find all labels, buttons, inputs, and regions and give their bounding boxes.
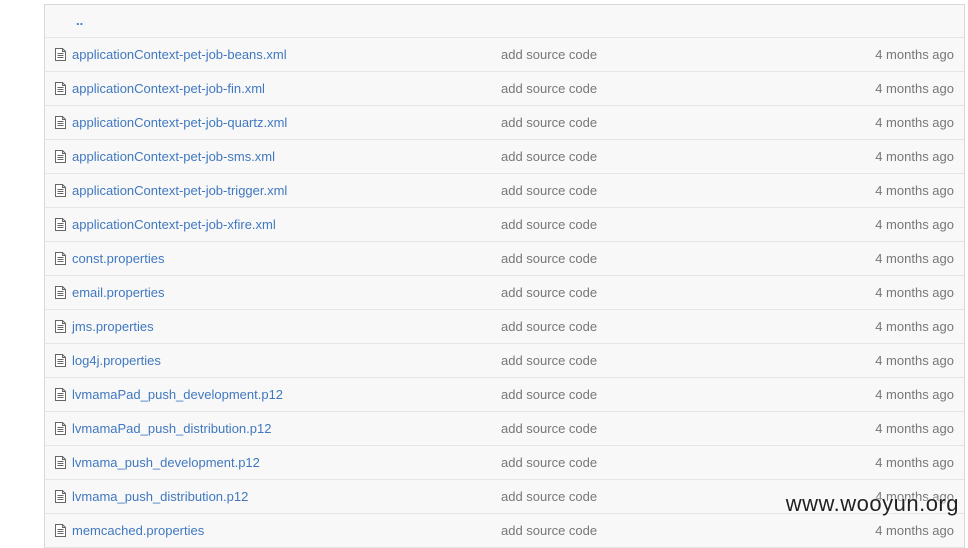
file-text-icon <box>55 388 66 401</box>
file-text-icon <box>55 252 66 265</box>
commit-message-link[interactable]: add source code <box>501 455 597 470</box>
file-row: log4j.properties add source code 4 months … <box>45 344 964 378</box>
file-row: applicationContext-pet-job-beans.xml add … <box>45 38 964 72</box>
watermark: www.wooyun.org <box>786 491 959 517</box>
commit-message-link[interactable]: add source code <box>501 523 597 538</box>
file-text-icon <box>55 116 66 129</box>
file-row: applicationContext-pet-job-trigger.xml ad… <box>45 174 964 208</box>
file-row: lvmama_push_development.p12 add source co… <box>45 446 964 480</box>
file-name-link[interactable]: applicationContext-pet-job-xfire.xml <box>72 217 276 232</box>
file-text-icon <box>55 354 66 367</box>
commit-message-link[interactable]: add source code <box>501 115 597 130</box>
commit-message-link[interactable]: add source code <box>501 421 597 436</box>
file-name-link[interactable]: jms.properties <box>72 319 154 334</box>
file-text-icon <box>55 524 66 537</box>
file-row: lvmamaPad_push_development.p12 add source… <box>45 378 964 412</box>
commit-message-link[interactable]: add source code <box>501 285 597 300</box>
file-name-link[interactable]: applicationContext-pet-job-trigger.xml <box>72 183 287 198</box>
file-rows: applicationContext-pet-job-beans.xml add … <box>45 38 964 548</box>
commit-message-link[interactable]: add source code <box>501 251 597 266</box>
commit-message-link[interactable]: add source code <box>501 489 597 504</box>
file-text-icon <box>55 286 66 299</box>
file-text-icon <box>55 82 66 95</box>
file-name-link[interactable]: applicationContext-pet-job-fin.xml <box>72 81 265 96</box>
file-name-link[interactable]: lvmamaPad_push_distribution.p12 <box>72 421 271 436</box>
file-row: const.properties add source code 4 months … <box>45 242 964 276</box>
file-name-link[interactable]: const.properties <box>72 251 165 266</box>
file-name-link[interactable]: applicationContext-pet-job-beans.xml <box>72 47 287 62</box>
commit-age: 4 months ago <box>875 455 954 470</box>
commit-age: 4 months ago <box>875 251 954 266</box>
commit-age: 4 months ago <box>875 217 954 232</box>
file-row: jms.properties add source code 4 months ag… <box>45 310 964 344</box>
file-name-link[interactable]: applicationContext-pet-job-quartz.xml <box>72 115 287 130</box>
commit-message-link[interactable]: add source code <box>501 319 597 334</box>
file-row: lvmamaPad_push_distribution.p12 add sourc… <box>45 412 964 446</box>
file-text-icon <box>55 422 66 435</box>
commit-message-link[interactable]: add source code <box>501 387 597 402</box>
file-text-icon <box>55 218 66 231</box>
commit-message-link[interactable]: add source code <box>501 183 597 198</box>
file-name-link[interactable]: lvmama_push_development.p12 <box>72 455 260 470</box>
file-name-link[interactable]: lvmamaPad_push_development.p12 <box>72 387 283 402</box>
file-row: applicationContext-pet-job-xfire.xml add … <box>45 208 964 242</box>
file-text-icon <box>55 48 66 61</box>
file-text-icon <box>55 456 66 469</box>
commit-age: 4 months ago <box>875 387 954 402</box>
commit-message-link[interactable]: add source code <box>501 81 597 96</box>
file-row: applicationContext-pet-job-quartz.xml add… <box>45 106 964 140</box>
file-list: .. applicationContext-pet-job-beans.xmla… <box>44 4 965 548</box>
commit-message-link[interactable]: add source code <box>501 47 597 62</box>
file-text-icon <box>55 150 66 163</box>
commit-age: 4 months ago <box>875 149 954 164</box>
up-directory-link[interactable]: .. <box>76 13 83 28</box>
file-name-link[interactable]: applicationContext-pet-job-sms.xml <box>72 149 275 164</box>
commit-message-link[interactable]: add source code <box>501 217 597 232</box>
file-name-link[interactable]: email.properties <box>72 285 165 300</box>
commit-age: 4 months ago <box>875 183 954 198</box>
up-directory-row[interactable]: .. <box>45 5 964 38</box>
commit-age: 4 months ago <box>875 353 954 368</box>
commit-age: 4 months ago <box>875 81 954 96</box>
commit-message-link[interactable]: add source code <box>501 353 597 368</box>
commit-age: 4 months ago <box>875 47 954 62</box>
file-name-link[interactable]: memcached.properties <box>72 523 204 538</box>
file-name-link[interactable]: lvmama_push_distribution.p12 <box>72 489 248 504</box>
commit-message-link[interactable]: add source code <box>501 149 597 164</box>
commit-age: 4 months ago <box>875 285 954 300</box>
commit-age: 4 months ago <box>875 319 954 334</box>
file-text-icon <box>55 490 66 503</box>
file-row: applicationContext-pet-job-fin.xml add so… <box>45 72 964 106</box>
file-text-icon <box>55 184 66 197</box>
file-row: email.properties add source code 4 months … <box>45 276 964 310</box>
commit-age: 4 months ago <box>875 523 954 538</box>
file-name-link[interactable]: log4j.properties <box>72 353 161 368</box>
file-text-icon <box>55 320 66 333</box>
commit-age: 4 months ago <box>875 421 954 436</box>
file-row: memcached.properties add source code 4 mon… <box>45 514 964 548</box>
commit-age: 4 months ago <box>875 115 954 130</box>
file-row: applicationContext-pet-job-sms.xml add so… <box>45 140 964 174</box>
